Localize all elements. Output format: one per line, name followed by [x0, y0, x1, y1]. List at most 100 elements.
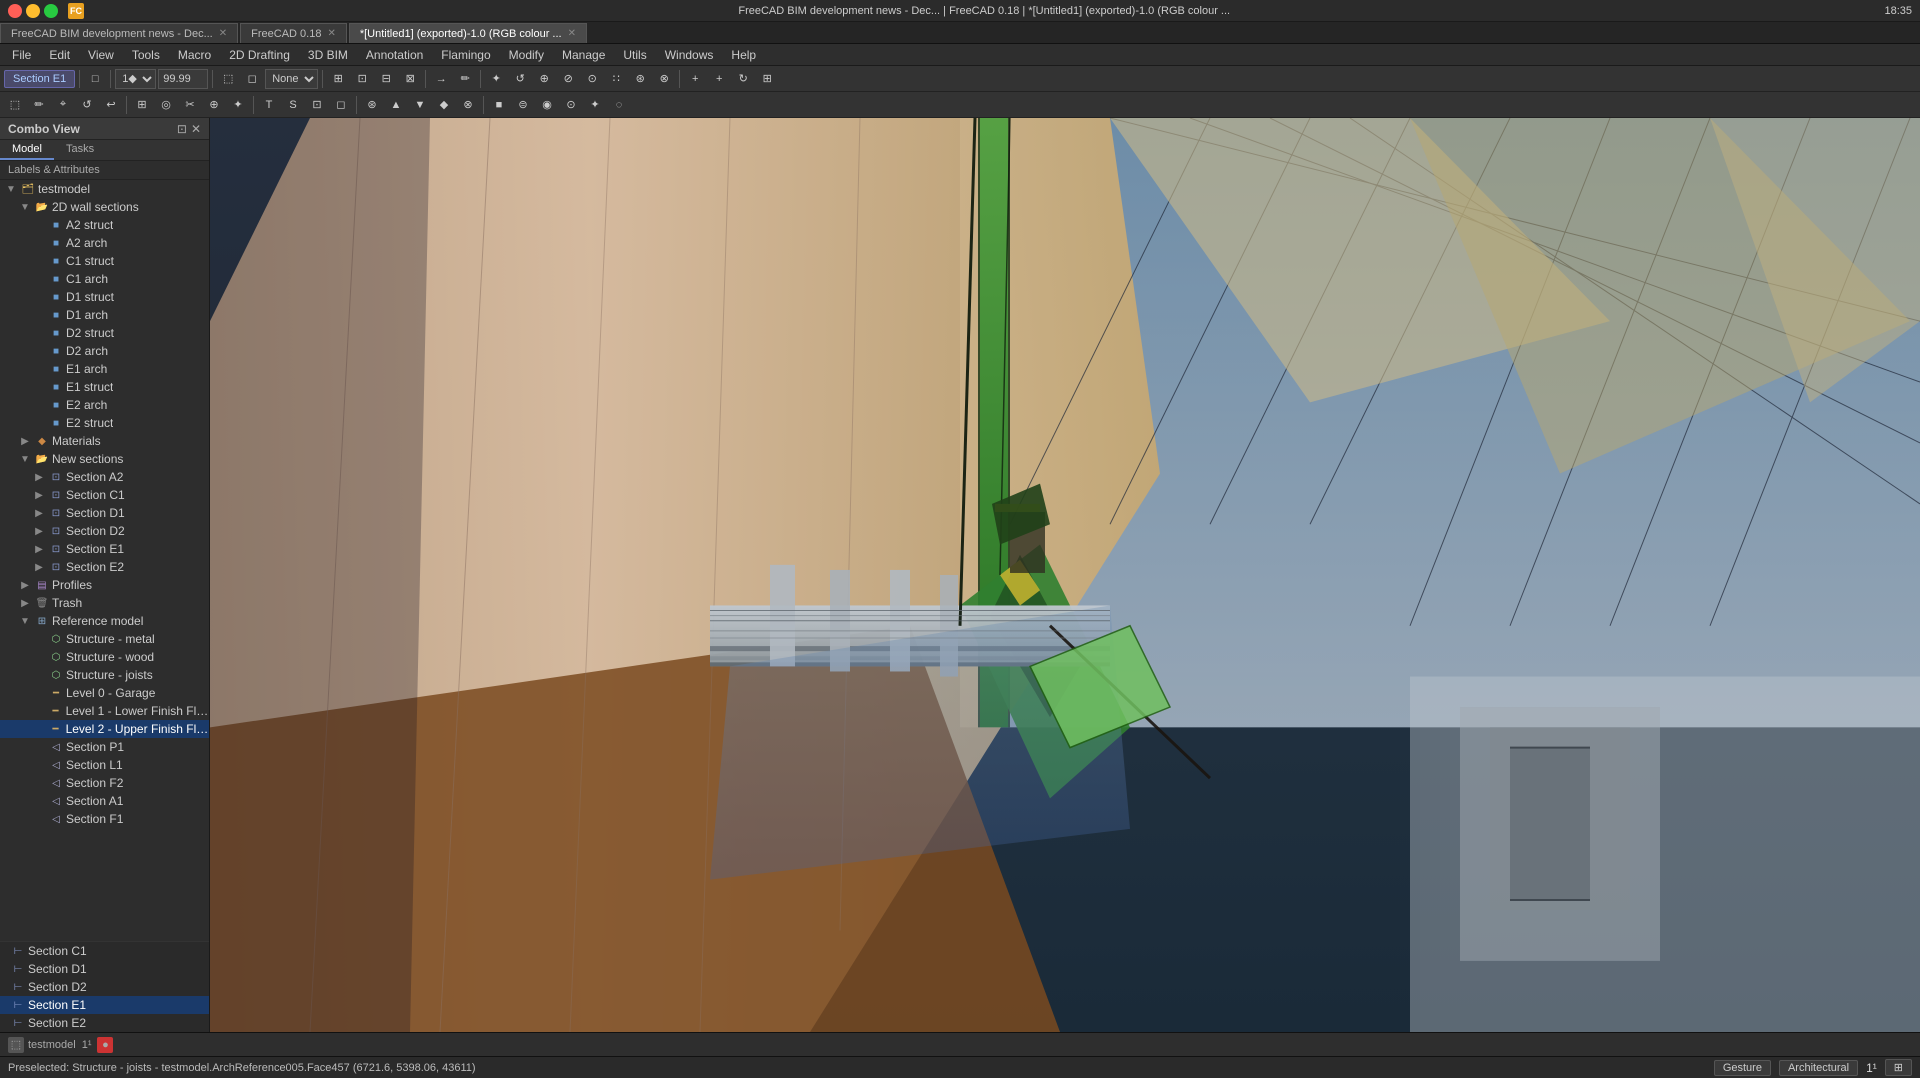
tree-view[interactable]: ▼🗂testmodel▼📂2D wall sections■A2 struct■… — [0, 180, 209, 941]
tree-item-new-sections[interactable]: ▼📂New sections — [0, 450, 209, 468]
combo-float-icon[interactable]: ⊡ — [177, 122, 187, 136]
tree-item-e1arch[interactable]: ■E1 arch — [0, 360, 209, 378]
tb2-btn10[interactable]: ✦ — [227, 94, 249, 116]
menu-macro[interactable]: Macro — [170, 46, 219, 64]
tb2-btn14[interactable]: ◻ — [330, 94, 352, 116]
mirror-btn[interactable]: ⊘ — [557, 68, 579, 90]
menu-file[interactable]: File — [4, 46, 39, 64]
bottom-section-bs-e1[interactable]: ⊢Section E1 — [0, 996, 209, 1014]
tab-tasks[interactable]: Tasks — [54, 140, 106, 160]
tb2-btn3[interactable]: ⌖ — [52, 94, 74, 116]
tab-close-icon[interactable]: ✕ — [568, 28, 576, 39]
3d-viewport[interactable] — [210, 118, 1920, 1032]
tree-arrow[interactable]: ▶ — [32, 508, 46, 519]
tree-item-sec-a2[interactable]: ▶⊡Section A2 — [0, 468, 209, 486]
menu-tools[interactable]: Tools — [124, 46, 168, 64]
rotate-btn[interactable]: ↺ — [509, 68, 531, 90]
plus-btn2[interactable]: + — [708, 68, 730, 90]
tree-item-str-metal[interactable]: ⬡Structure - metal — [0, 630, 209, 648]
tree-item-sec-d1[interactable]: ▶⊡Section D1 — [0, 504, 209, 522]
menu-manage[interactable]: Manage — [554, 46, 613, 64]
stretch-btn[interactable]: ⊗ — [653, 68, 675, 90]
tree-item-level1[interactable]: ━Level 1 - Lower Finish Floor — [0, 702, 209, 720]
bottom-section-bs-d1[interactable]: ⊢Section D1 — [0, 960, 209, 978]
tree-item-c1struct[interactable]: ■C1 struct — [0, 252, 209, 270]
tb2-btn20[interactable]: ■ — [488, 94, 510, 116]
tab-close-icon[interactable]: ✕ — [219, 28, 227, 39]
clone-btn[interactable]: ⊛ — [629, 68, 651, 90]
tree-item-str-joists[interactable]: ⬡Structure - joists — [0, 666, 209, 684]
tree-item-sec-p1[interactable]: ◁Section P1 — [0, 738, 209, 756]
tree-item-d1arch[interactable]: ■D1 arch — [0, 306, 209, 324]
fullscreen-btn[interactable]: ⊞ — [1885, 1059, 1912, 1076]
array-btn[interactable]: ∷ — [605, 68, 627, 90]
tb2-btn9[interactable]: ⊕ — [203, 94, 225, 116]
tb2-btn23[interactable]: ⊙ — [560, 94, 582, 116]
tree-item-a2struct[interactable]: ■A2 struct — [0, 216, 209, 234]
tree-item-ref-model[interactable]: ▼⊞Reference model — [0, 612, 209, 630]
scale-select[interactable]: 1◆ — [115, 69, 156, 89]
tab-model[interactable]: Model — [0, 140, 54, 160]
tree-arrow[interactable]: ▶ — [32, 562, 46, 573]
tree-item-level0[interactable]: ━Level 0 - Garage — [0, 684, 209, 702]
tb2-btn4[interactable]: ↺ — [76, 94, 98, 116]
minimize-button[interactable] — [26, 4, 40, 18]
tree-item-2d-wall[interactable]: ▼📂2D wall sections — [0, 198, 209, 216]
tree-item-sec-c1[interactable]: ▶⊡Section C1 — [0, 486, 209, 504]
scale-input[interactable] — [158, 69, 208, 89]
snap-btn[interactable]: ⬚ — [217, 68, 239, 90]
tree-item-str-wood[interactable]: ⬡Structure - wood — [0, 648, 209, 666]
menu-view[interactable]: View — [80, 46, 122, 64]
draw-style-btn[interactable]: □ — [84, 68, 106, 90]
tree-arrow[interactable]: ▶ — [18, 436, 32, 447]
tb2-btn5[interactable]: ↩ — [100, 94, 122, 116]
tree-item-sec-l1[interactable]: ◁Section L1 — [0, 756, 209, 774]
menu-3d-bim[interactable]: 3D BIM — [300, 46, 356, 64]
menu-2d-drafting[interactable]: 2D Drafting — [221, 46, 298, 64]
snap-btn2[interactable]: ◻ — [241, 68, 263, 90]
tb2-btn15[interactable]: ⊛ — [361, 94, 383, 116]
tree-item-sec-d2[interactable]: ▶⊡Section D2 — [0, 522, 209, 540]
tb2-btn12[interactable]: S — [282, 94, 304, 116]
tree-item-e2arch[interactable]: ■E2 arch — [0, 396, 209, 414]
tb2-btn7[interactable]: ◎ — [155, 94, 177, 116]
menu-utils[interactable]: Utils — [615, 46, 654, 64]
grid-btn2[interactable]: ⊡ — [351, 68, 373, 90]
menu-windows[interactable]: Windows — [657, 46, 722, 64]
snap-select[interactable]: None — [265, 69, 318, 89]
tree-item-level2[interactable]: ━Level 2 - Upper Finish Floor — [0, 720, 209, 738]
tree-item-e1struct[interactable]: ■E1 struct — [0, 378, 209, 396]
arrow-btn[interactable]: → — [430, 68, 452, 90]
tree-arrow[interactable]: ▶ — [18, 580, 32, 591]
menu-edit[interactable]: Edit — [41, 46, 78, 64]
tb2-btn6[interactable]: ⊞ — [131, 94, 153, 116]
tree-arrow[interactable]: ▼ — [18, 616, 32, 627]
bottom-section-bs-d2[interactable]: ⊢Section D2 — [0, 978, 209, 996]
tree-item-c1arch[interactable]: ■C1 arch — [0, 270, 209, 288]
menu-help[interactable]: Help — [723, 46, 764, 64]
bottom-section-bs-e2[interactable]: ⊢Section E2 — [0, 1014, 209, 1032]
tree-arrow[interactable]: ▼ — [18, 202, 32, 213]
nav-mode-btn[interactable]: Gesture — [1714, 1060, 1771, 1076]
tb2-btn11[interactable]: T — [258, 94, 280, 116]
move-btn[interactable]: ✦ — [485, 68, 507, 90]
tree-arrow[interactable]: ▶ — [32, 472, 46, 483]
tree-arrow[interactable]: ▼ — [4, 184, 18, 195]
tb2-btn17[interactable]: ▼ — [409, 94, 431, 116]
tb2-btn13[interactable]: ⊡ — [306, 94, 328, 116]
tree-item-profiles[interactable]: ▶▤Profiles — [0, 576, 209, 594]
menu-annotation[interactable]: Annotation — [358, 46, 431, 64]
tab-close-icon[interactable]: ✕ — [327, 28, 335, 39]
tree-item-d2arch[interactable]: ■D2 arch — [0, 342, 209, 360]
refresh-btn[interactable]: ↻ — [732, 68, 754, 90]
tb2-btn19[interactable]: ⊗ — [457, 94, 479, 116]
tb2-btn16[interactable]: ▲ — [385, 94, 407, 116]
tb2-btn18[interactable]: ◆ — [433, 94, 455, 116]
scale-btn[interactable]: ⊕ — [533, 68, 555, 90]
tree-item-d1struct[interactable]: ■D1 struct — [0, 288, 209, 306]
tree-item-materials[interactable]: ▶◆Materials — [0, 432, 209, 450]
tab-freecad-news[interactable]: FreeCAD BIM development news - Dec... ✕ — [0, 23, 238, 43]
tb2-btn21[interactable]: ⊜ — [512, 94, 534, 116]
menu-flamingo[interactable]: Flamingo — [433, 46, 498, 64]
tb2-btn2[interactable]: ✏ — [28, 94, 50, 116]
